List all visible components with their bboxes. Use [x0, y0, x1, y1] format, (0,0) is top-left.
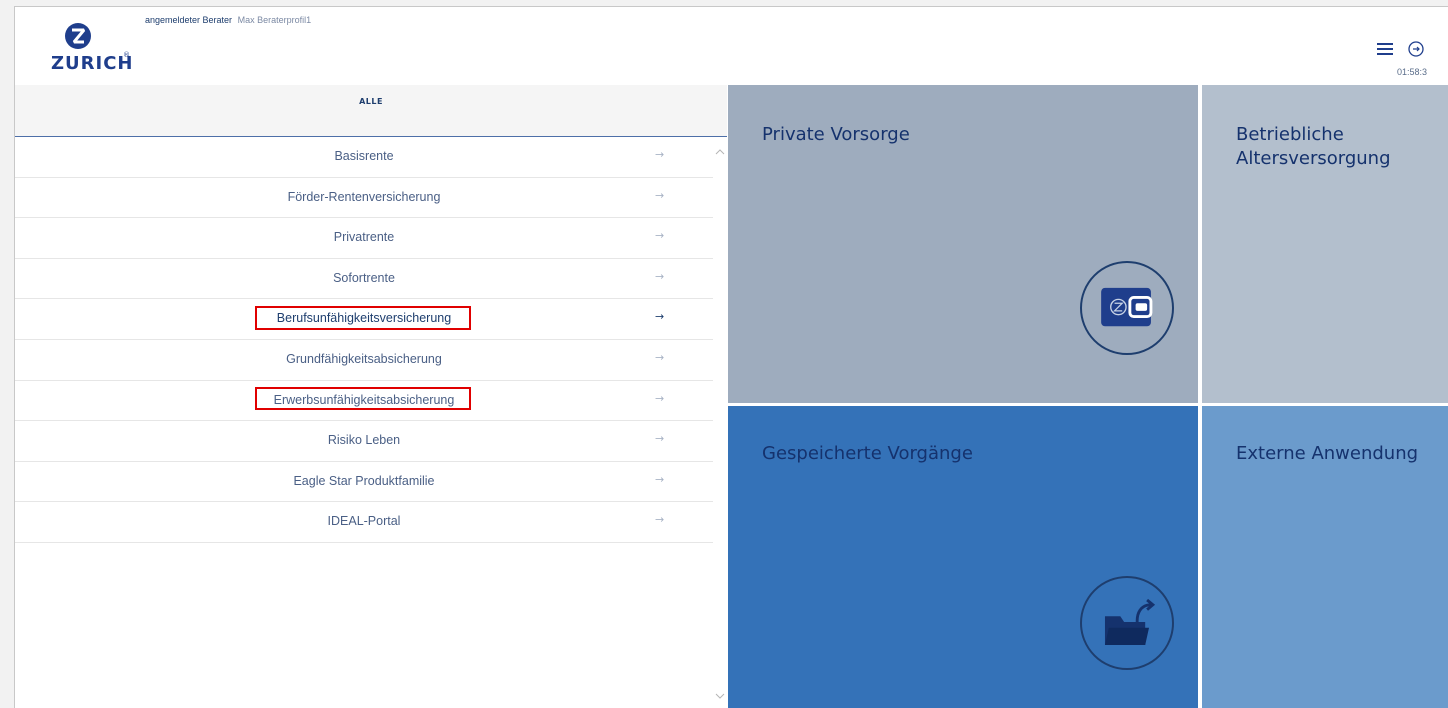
app-frame: ZURICH ® angemeldeter Berater Max Berate… — [14, 6, 1448, 708]
highlight-box — [255, 306, 471, 331]
arrow-right-icon: → — [655, 472, 665, 486]
list-item-risiko-leben[interactable]: Risiko Leben → — [15, 421, 713, 462]
user-label: angemeldeter Berater — [145, 15, 233, 25]
list-item-foerder-rentenversicherung[interactable]: Förder-Rentenversicherung → — [15, 178, 713, 219]
arrow-right-icon: → — [655, 350, 665, 364]
tab-alle[interactable]: ALLE — [15, 97, 727, 106]
arrow-right-icon: → — [655, 188, 665, 202]
list-item-privatrente[interactable]: Privatrente → — [15, 218, 713, 259]
wallet-icon — [1080, 261, 1174, 355]
hamburger-icon[interactable] — [1377, 43, 1393, 57]
scroll-up-icon[interactable] — [715, 147, 725, 158]
header: ZURICH ® angemeldeter Berater Max Berate… — [15, 7, 1448, 85]
logo-wordmark: ZURICH — [51, 53, 134, 74]
logo-registered: ® — [123, 51, 130, 59]
tab-bar: ALLE — [15, 85, 727, 137]
folder-icon — [1080, 576, 1174, 670]
tile-title: Private Vorsorge — [762, 124, 910, 145]
list-item-eagle-star[interactable]: Eagle Star Produktfamilie → — [15, 462, 713, 503]
arrow-right-icon: → — [655, 269, 665, 283]
tile-title-line-1: Betriebliche — [1236, 124, 1344, 145]
list-item-basisrente[interactable]: Basisrente → — [15, 137, 713, 178]
list-item-sofortrente[interactable]: Sofortrente → — [15, 259, 713, 300]
product-list: Basisrente → Förder-Rentenversicherung →… — [15, 137, 713, 543]
arrow-right-icon: → — [655, 229, 665, 243]
tile-title-line-2: Altersversorgung — [1236, 148, 1391, 169]
session-timer: 01:58:3 — [1397, 67, 1428, 77]
list-item-label: Privatrente — [333, 230, 395, 245]
tile-betriebliche-altersversorgung[interactable]: Betriebliche Altersversorgung — [1202, 85, 1448, 403]
scroll-down-icon[interactable] — [715, 691, 725, 702]
product-list-pane: ALLE Basisrente → Förder-Rentenversicher… — [15, 85, 727, 708]
list-item-label: Basisrente — [334, 149, 394, 163]
list-item-label: Förder-Rentenversicherung — [287, 189, 441, 204]
tile-private-vorsorge[interactable]: Private Vorsorge — [728, 85, 1198, 403]
highlight-box — [255, 386, 471, 410]
list-item-berufsunfaehigkeitsversicherung[interactable]: Berufsunfähigkeitsversicherung → — [15, 299, 713, 340]
arrow-right-icon: → — [655, 148, 665, 161]
list-item-grundfaehigkeitsabsicherung[interactable]: Grundfähigkeitsabsicherung → — [15, 340, 713, 381]
list-item-label: Sofortrente — [333, 270, 395, 285]
list-item-erwerbsunfaehigkeitsabsicherung[interactable]: Erwerbsunfähigkeitsabsicherung → — [15, 381, 713, 422]
list-item-label: Grundfähigkeitsabsicherung — [286, 351, 442, 366]
logged-in-user: angemeldeter Berater Max Beraterprofil1 — [145, 15, 311, 25]
list-item-label: Risiko Leben — [327, 433, 401, 448]
tile-title: Externe Anwendung — [1236, 443, 1419, 464]
arrow-right-icon: → — [655, 391, 665, 405]
list-item-label: IDEAL-Portal — [327, 514, 401, 529]
arrow-right-icon: → — [655, 513, 665, 527]
tile-gespeicherte-vorgaenge[interactable]: Gespeicherte Vorgänge — [728, 406, 1198, 708]
tile-title: Betriebliche Altersversorgung — [1236, 123, 1391, 171]
arrow-right-icon: → — [655, 310, 665, 324]
zurich-logo[interactable]: ZURICH ® — [51, 23, 134, 79]
tile-externe-anwendung[interactable]: Externe Anwendung — [1202, 406, 1448, 708]
zurich-z-icon — [65, 23, 91, 49]
list-item-ideal-portal[interactable]: IDEAL-Portal → — [15, 502, 713, 543]
list-item-label: Eagle Star Produktfamilie — [293, 473, 435, 488]
tile-title: Gespeicherte Vorgänge — [762, 443, 973, 464]
logout-icon[interactable] — [1407, 40, 1425, 58]
arrow-right-icon: → — [655, 432, 665, 446]
user-name: Max Beraterprofil1 — [237, 15, 312, 25]
